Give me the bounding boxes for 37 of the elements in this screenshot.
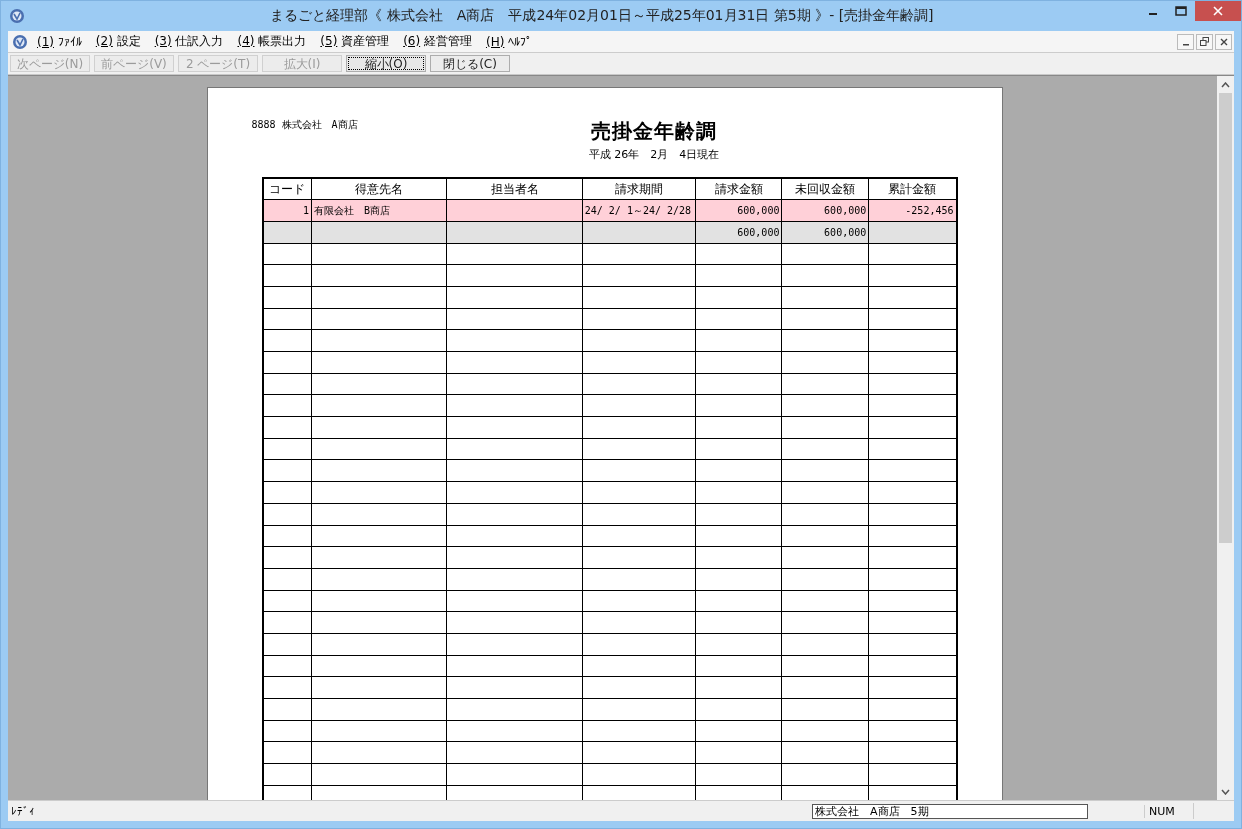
scroll-up-icon[interactable] bbox=[1221, 81, 1230, 88]
menu-item[interactable]: (4) 帳票出力 bbox=[230, 33, 314, 50]
menu-item[interactable]: (5) 資産管理 bbox=[313, 33, 397, 50]
menu-item[interactable]: (6) 経営管理 bbox=[396, 33, 479, 50]
report-date: 平成 26年 2月 4日現在 bbox=[588, 147, 720, 162]
menu-item[interactable]: (3) 仕訳入力 bbox=[147, 33, 231, 50]
close-icon bbox=[1213, 6, 1223, 16]
column-header: 未回収金額 bbox=[781, 178, 869, 200]
restore-button[interactable] bbox=[1196, 33, 1213, 50]
scroll-down-icon[interactable] bbox=[1221, 788, 1230, 795]
window-title: まるごと経理部《 株式会社 A商店 平成24年02月01日～平成25年01月31日 第5期 》- [売掛金年齢調] bbox=[269, 7, 935, 25]
vertical-scrollbar[interactable] bbox=[1217, 76, 1234, 800]
minimize-icon bbox=[1149, 13, 1157, 15]
column-header: コード bbox=[262, 178, 312, 200]
column-header: 担当者名 bbox=[446, 178, 583, 200]
status-text: ﾚﾃﾞｨ bbox=[10, 804, 36, 818]
menu-item[interactable]: (2) 設定 bbox=[88, 33, 148, 50]
close-icon bbox=[1219, 37, 1228, 46]
maximize-icon bbox=[1175, 6, 1187, 16]
close-button[interactable] bbox=[1215, 33, 1232, 50]
column-header: 請求期間 bbox=[582, 178, 696, 200]
status-company: 株式会社 A商店 5期 bbox=[812, 803, 1088, 819]
menu-item[interactable]: (H) ﾍﾙﾌﾟ bbox=[478, 34, 540, 49]
scroll-thumb[interactable] bbox=[1219, 93, 1232, 543]
app-logo-icon bbox=[9, 8, 25, 24]
num-lock-indicator: NUM bbox=[1144, 804, 1193, 818]
company-name: 8888 株式会社 A商店 bbox=[251, 118, 358, 132]
column-header: 請求金額 bbox=[695, 178, 782, 200]
table-cell: 1 bbox=[262, 199, 312, 222]
toolbar-button[interactable]: 閉じる(C) bbox=[430, 55, 510, 72]
minimize-icon bbox=[1182, 43, 1189, 46]
report-title: 売掛金年齢調 bbox=[591, 118, 717, 145]
toolbar-button[interactable]: 縮小(O) bbox=[346, 55, 426, 72]
menu-item[interactable]: (1) ﾌｧｲﾙ bbox=[30, 34, 89, 49]
app-logo-icon[interactable] bbox=[12, 33, 28, 50]
column-header: 得意先名 bbox=[311, 178, 447, 200]
restore-icon bbox=[1200, 37, 1209, 46]
